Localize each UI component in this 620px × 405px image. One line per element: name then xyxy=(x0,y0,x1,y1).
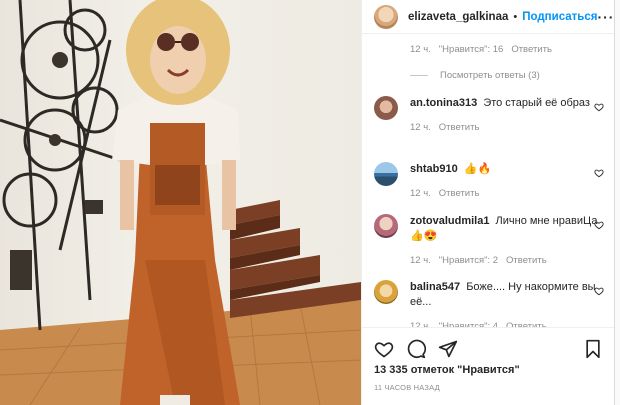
comment-reply-button[interactable]: Ответить xyxy=(506,319,547,327)
comment-item: shtab910 👍🔥 12 ч. Ответить xyxy=(374,162,604,201)
commenter-username[interactable]: balina547 xyxy=(410,281,460,293)
more-options-icon[interactable]: ··· xyxy=(597,9,614,25)
commenter-username[interactable]: shtab910 xyxy=(410,163,458,175)
reply-likes[interactable]: "Нравится": 16 xyxy=(439,44,504,55)
likes-count[interactable]: 13 335 отметок "Нравится" xyxy=(362,360,615,376)
comment-time: 12 ч. xyxy=(410,255,431,266)
commenter-username[interactable]: zotovaludmila1 xyxy=(410,215,489,227)
comment-time: 12 ч. xyxy=(410,188,431,199)
comment-item: an.tonina313 Это старый её образ 12 ч. О… xyxy=(374,96,604,135)
commenter-username[interactable]: an.tonina313 xyxy=(410,97,477,109)
comment-like-heart-icon[interactable] xyxy=(594,102,604,112)
commenter-avatar[interactable] xyxy=(374,96,398,120)
comment-meta: 12 ч. "Нравится": 2 Ответить xyxy=(410,253,604,268)
view-replies-label: Посмотреть ответы (3) xyxy=(440,70,540,81)
comment-text: Это старый её образ xyxy=(483,97,590,109)
post-photo[interactable] xyxy=(0,0,361,405)
post-actions: 13 335 отметок "Нравится" 11 ЧАСОВ НАЗАД xyxy=(362,327,615,405)
comment-like-heart-icon[interactable] xyxy=(594,286,604,296)
view-replies-button[interactable]: Посмотреть ответы (3) xyxy=(410,70,540,81)
action-icons-row xyxy=(362,328,615,360)
comment-item: balina547 Боже.... Ну накормите вы её...… xyxy=(374,280,604,327)
comment-reply-button[interactable]: Ответить xyxy=(439,120,480,135)
heart-icon[interactable] xyxy=(374,339,394,359)
scrollbar-edge xyxy=(614,0,620,405)
replies-line xyxy=(410,75,428,76)
post-timestamp: 11 ЧАСОВ НАЗАД xyxy=(374,383,440,392)
comment-likes[interactable]: "Нравится": 4 xyxy=(439,319,498,327)
comment-time: 12 ч. xyxy=(410,321,431,327)
comment-reply-button[interactable]: Ответить xyxy=(439,186,480,201)
comment-meta: 12 ч. Ответить xyxy=(410,120,604,135)
author-username[interactable]: elizaveta_galkinaa xyxy=(408,11,508,23)
commenter-avatar[interactable] xyxy=(374,162,398,186)
commenter-avatar[interactable] xyxy=(374,280,398,304)
separator-dot: • xyxy=(513,10,518,23)
comment-time: 12 ч. xyxy=(410,122,431,133)
comment-likes[interactable]: "Нравится": 2 xyxy=(439,253,498,268)
comment-text: 👍🔥 xyxy=(463,163,492,175)
comments-list[interactable]: 12 ч. "Нравится": 16 Ответить Посмотреть… xyxy=(362,34,615,327)
comment-like-heart-icon[interactable] xyxy=(594,168,604,178)
follow-button[interactable]: Подписаться xyxy=(522,11,597,23)
reply-button[interactable]: Ответить xyxy=(511,44,552,55)
comment-reply-button[interactable]: Ответить xyxy=(506,253,547,268)
reply-time: 12 ч. xyxy=(410,44,431,55)
reply-meta: 12 ч. "Нравится": 16 Ответить xyxy=(410,44,552,55)
post-header: elizaveta_galkinaa • Подписаться ··· xyxy=(362,0,614,34)
comment-meta: 12 ч. "Нравится": 4 Ответить xyxy=(410,319,604,327)
comment-item: zotovaludmila1 Лично мне нравиЦа👍😍 12 ч.… xyxy=(374,214,604,268)
bookmark-icon[interactable] xyxy=(583,339,603,359)
commenter-avatar[interactable] xyxy=(374,214,398,238)
photo-illustration xyxy=(0,0,361,405)
share-icon[interactable] xyxy=(438,339,458,359)
post-side-panel: elizaveta_galkinaa • Подписаться ··· 12 … xyxy=(361,0,615,405)
author-avatar[interactable] xyxy=(374,4,398,29)
comment-like-heart-icon[interactable] xyxy=(594,220,604,230)
comment-meta: 12 ч. Ответить xyxy=(410,186,604,201)
comment-icon[interactable] xyxy=(406,339,426,359)
